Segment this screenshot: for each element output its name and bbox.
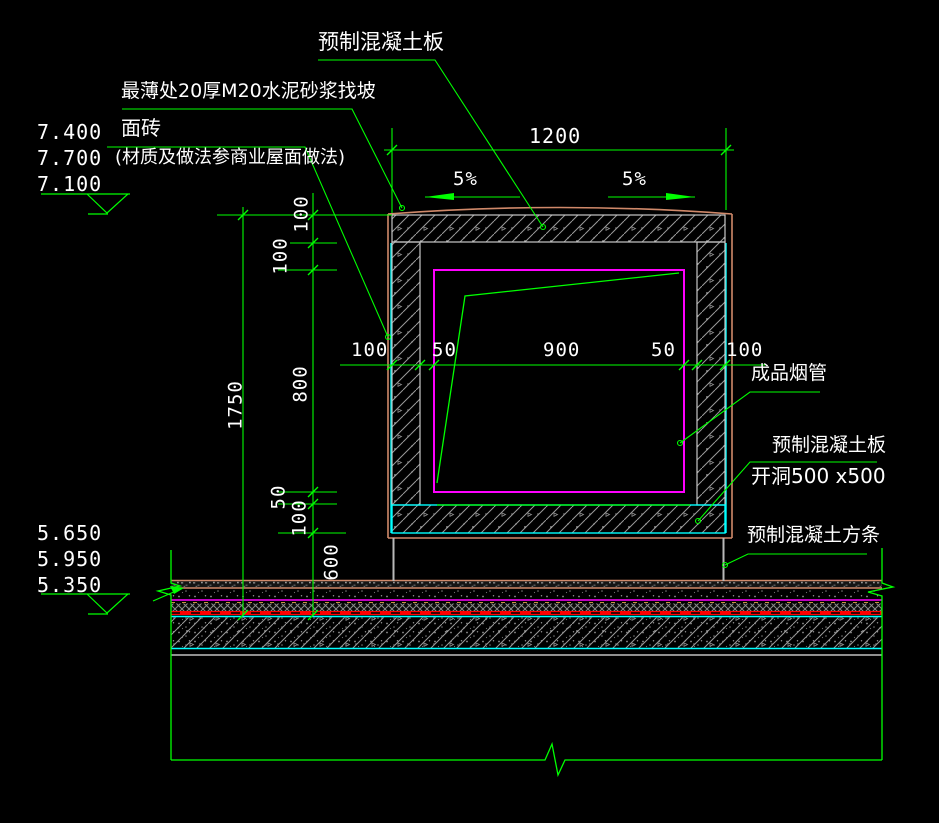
label-precast-strip: 预制混凝土方条 — [747, 524, 881, 546]
dim-slope-right: 5% — [622, 168, 647, 190]
dim-h-100-left: 100 — [351, 339, 389, 361]
dim-v-800: 800 — [289, 365, 312, 403]
label-precast-slab-top: 预制混凝土板 — [318, 30, 444, 54]
elevation-upper-2: 7.700 — [37, 146, 103, 170]
label-opening-500x500: 开洞500 x500 — [751, 464, 886, 488]
elevation-lower-2: 5.950 — [37, 547, 103, 571]
dim-h-50-right: 50 — [651, 339, 676, 361]
chimney-section — [387, 206, 733, 581]
dim-h-100-right: 100 — [726, 339, 764, 361]
cad-drawing-canvas: 预制混凝土板 最薄处20厚M20水泥砂浆找坡 面砖 (材质及做法参商业屋面做法)… — [0, 0, 939, 823]
dim-v-100-2: 100 — [269, 237, 292, 275]
dim-width-1200: 1200 — [529, 124, 582, 148]
roof-layers — [171, 579, 882, 656]
dim-h-50-left: 50 — [432, 339, 457, 361]
elevation-lower-1: 5.650 — [37, 521, 103, 545]
label-mortar-slope: 最薄处20厚M20水泥砂浆找坡 — [121, 80, 376, 102]
dim-v-100-3: 100 — [288, 499, 311, 537]
label-tile-note: (材质及做法参商业屋面做法) — [115, 147, 346, 168]
elevation-upper-3: 7.100 — [37, 172, 103, 196]
dim-v-600: 600 — [320, 543, 343, 581]
label-precast-slab-right: 预制混凝土板 — [772, 434, 887, 456]
dim-v-1750: 1750 — [224, 380, 247, 430]
elevation-upper-1: 7.400 — [37, 120, 103, 144]
dim-v-100-1: 100 — [290, 195, 313, 233]
elevation-lower-3: 5.350 — [37, 573, 103, 597]
dim-h-900: 900 — [543, 339, 581, 361]
label-flue-pipe: 成品烟管 — [751, 362, 828, 384]
label-tile: 面砖 — [121, 116, 161, 140]
dim-v-50: 50 — [267, 484, 290, 510]
dim-slope-left: 5% — [453, 168, 478, 190]
